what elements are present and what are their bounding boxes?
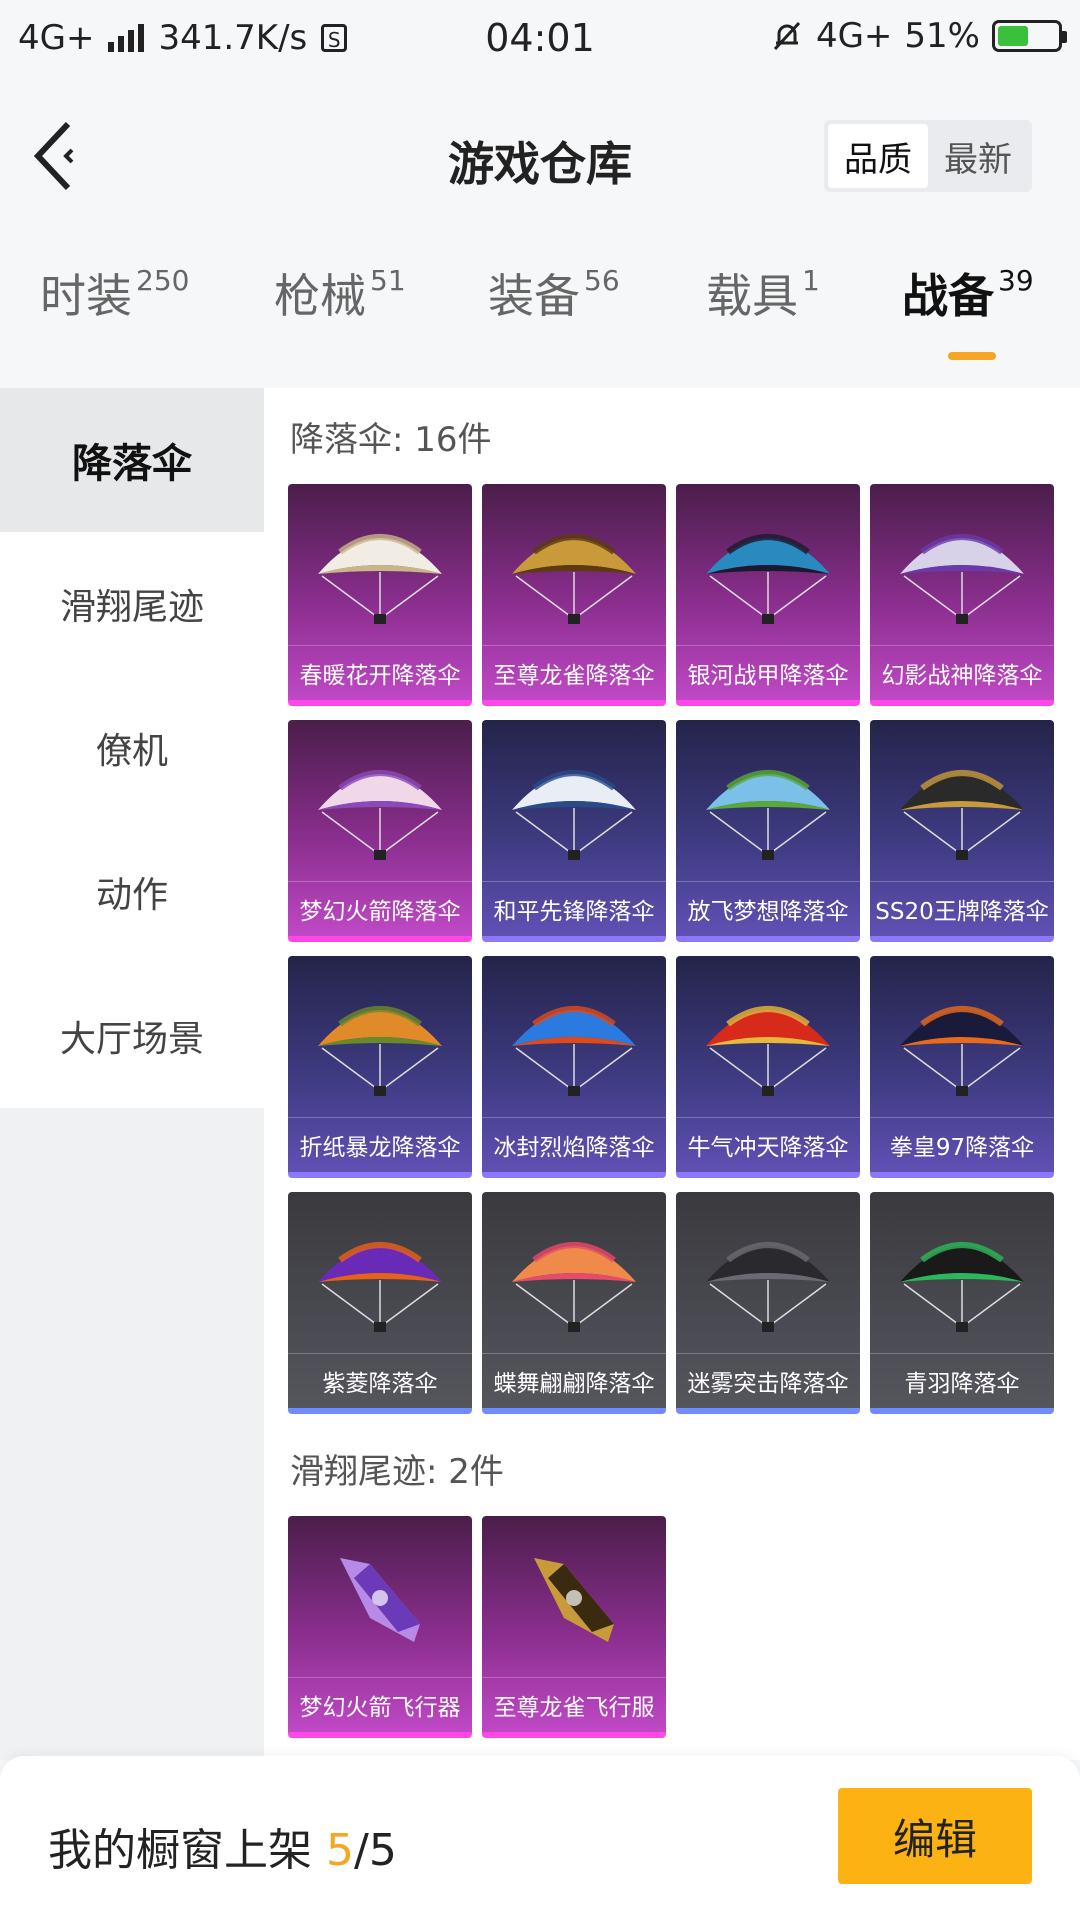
item-name: 折纸暴龙降落伞 (288, 1117, 472, 1162)
item-card[interactable]: SS20王牌降落伞 (870, 720, 1054, 942)
item-card[interactable]: 春暖花开降落伞 (288, 484, 472, 706)
item-art (900, 534, 1024, 624)
item-name: 至尊龙雀飞行服 (482, 1677, 666, 1722)
tab-label: 枪械 (274, 269, 366, 323)
tab-label: 时装 (40, 269, 132, 323)
item-name: 银河战甲降落伞 (676, 645, 860, 690)
item-name: 紫菱降落伞 (288, 1353, 472, 1398)
section-title-parachute: 降落伞: 16件 (290, 420, 492, 460)
item-art (318, 534, 442, 624)
tab-count: 250 (136, 264, 190, 297)
edit-button[interactable]: 编辑 (838, 1788, 1032, 1884)
sidebar-item-parachute[interactable]: 降落伞 (0, 388, 264, 532)
item-card[interactable]: 青羽降落伞 (870, 1192, 1054, 1414)
item-name: 春暖花开降落伞 (288, 645, 472, 690)
sidebar: 降落伞 滑翔尾迹 僚机 动作 大厅场景 (0, 388, 264, 1760)
tab-count: 51 (370, 264, 406, 297)
item-card[interactable]: 冰封烈焰降落伞 (482, 956, 666, 1178)
item-card[interactable]: 至尊龙雀飞行服 (482, 1516, 666, 1738)
battery-percent: 51% (904, 16, 980, 56)
item-card[interactable]: 幻影战神降落伞 (870, 484, 1054, 706)
item-art (512, 534, 636, 624)
item-name: 冰封烈焰降落伞 (482, 1117, 666, 1162)
sidebar-item-emote[interactable]: 动作 (0, 820, 264, 964)
item-card[interactable]: 拳皇97降落伞 (870, 956, 1054, 1178)
item-name: 拳皇97降落伞 (870, 1117, 1054, 1162)
item-card[interactable]: 蝶舞翩翩降落伞 (482, 1192, 666, 1414)
item-name: 放飞梦想降落伞 (676, 881, 860, 926)
section-title-trail: 滑翔尾迹: 2件 (290, 1452, 504, 1492)
tab-guns[interactable]: 枪械 51 (274, 260, 406, 326)
item-card[interactable]: 放飞梦想降落伞 (676, 720, 860, 942)
item-card[interactable]: 至尊龙雀降落伞 (482, 484, 666, 706)
item-name: 蝶舞翩翩降落伞 (482, 1353, 666, 1398)
status-bar: 4G+ 341.7K/s S 04:01 4G+ 51% (0, 0, 1080, 76)
item-card[interactable]: 牛气冲天降落伞 (676, 956, 860, 1178)
tab-label: 载具 (706, 269, 798, 323)
item-name: 梦幻火箭降落伞 (288, 881, 472, 926)
bottom-bar: 我的橱窗上架 5/5 编辑 (0, 1756, 1080, 1920)
item-art (512, 1006, 636, 1096)
mute-bell-icon (773, 21, 801, 51)
status-right: 4G+ 51% (770, 16, 1067, 56)
showcase-count: 5 (326, 1825, 354, 1876)
item-art (900, 1242, 1024, 1332)
sidebar-item-trail[interactable]: 滑翔尾迹 (0, 532, 264, 676)
item-name: 青羽降落伞 (870, 1353, 1054, 1398)
item-art (900, 770, 1024, 860)
item-art (340, 1558, 420, 1642)
item-art (512, 770, 636, 860)
category-tabs: 时装 250 枪械 51 装备 56 载具 1 战备 39 (0, 260, 1080, 370)
sidebar-item-wingman[interactable]: 僚机 (0, 676, 264, 820)
item-art (706, 1242, 830, 1332)
item-art (706, 1006, 830, 1096)
showcase-label: 我的橱窗上架 (48, 1825, 312, 1876)
battery-icon (992, 20, 1067, 52)
tab-fashion[interactable]: 时装 250 (40, 260, 189, 326)
item-art (512, 1242, 636, 1332)
item-card[interactable]: 梦幻火箭飞行器 (288, 1516, 472, 1738)
active-tab-indicator (948, 352, 996, 360)
tab-label: 战备 (902, 269, 994, 323)
item-art (318, 770, 442, 860)
item-name: SS20王牌降落伞 (870, 881, 1054, 926)
header: 游戏仓库 品质 最新 (0, 76, 1080, 236)
sidebar-spacer (0, 1108, 264, 1760)
item-card[interactable]: 迷雾突击降落伞 (676, 1192, 860, 1414)
item-name: 幻影战神降落伞 (870, 645, 1054, 690)
item-card[interactable]: 梦幻火箭降落伞 (288, 720, 472, 942)
tab-combat[interactable]: 战备 39 (902, 260, 1034, 326)
item-name: 迷雾突击降落伞 (676, 1353, 860, 1398)
item-card[interactable]: 银河战甲降落伞 (676, 484, 860, 706)
showcase-status: 我的橱窗上架 5/5 (48, 1814, 397, 1878)
sort-quality-button[interactable]: 品质 (828, 124, 928, 188)
item-name: 牛气冲天降落伞 (676, 1117, 860, 1162)
sort-toggle: 品质 最新 (824, 120, 1032, 192)
sort-newest-button[interactable]: 最新 (928, 124, 1028, 188)
item-art (318, 1242, 442, 1332)
item-card[interactable]: 紫菱降落伞 (288, 1192, 472, 1414)
network-type-right: 4G+ (815, 16, 893, 56)
item-art (534, 1558, 614, 1642)
item-art (706, 770, 830, 860)
showcase-total: /5 (354, 1825, 397, 1876)
tab-count: 39 (998, 264, 1034, 297)
item-art (318, 1006, 442, 1096)
item-art (706, 534, 830, 624)
item-name: 和平先锋降落伞 (482, 881, 666, 926)
sidebar-item-lobby[interactable]: 大厅场景 (0, 964, 264, 1108)
item-card[interactable]: 折纸暴龙降落伞 (288, 956, 472, 1178)
item-name: 至尊龙雀降落伞 (482, 645, 666, 690)
tab-equipment[interactable]: 装备 56 (488, 260, 620, 326)
item-name: 梦幻火箭飞行器 (288, 1677, 472, 1722)
item-card[interactable]: 和平先锋降落伞 (482, 720, 666, 942)
tab-count: 56 (584, 264, 620, 297)
tab-label: 装备 (488, 269, 580, 323)
tab-count: 1 (802, 264, 820, 297)
item-art (900, 1006, 1024, 1096)
tab-vehicles[interactable]: 载具 1 (706, 260, 820, 326)
